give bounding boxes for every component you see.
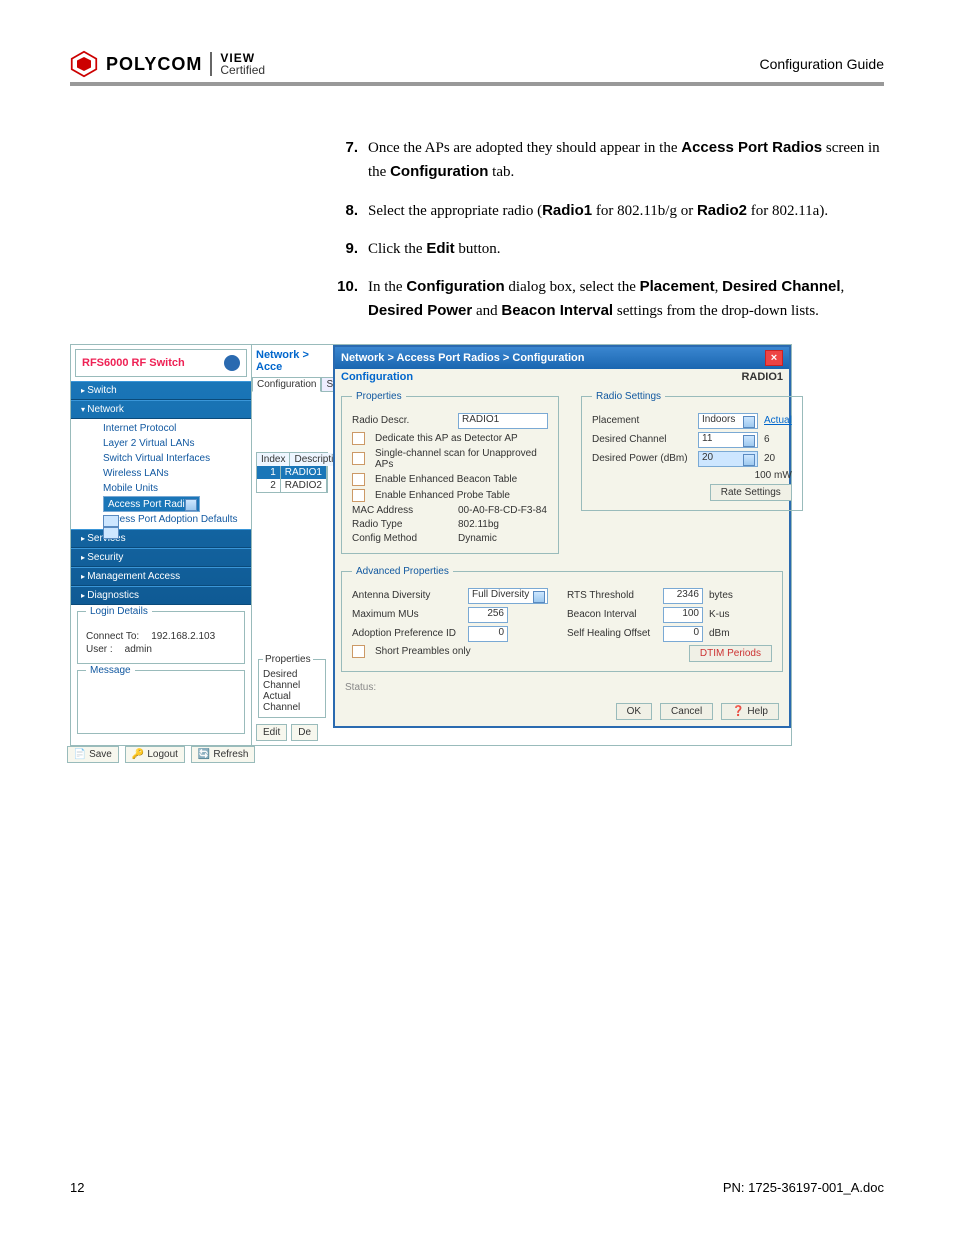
nav-mgmt[interactable]: Management Access (71, 567, 251, 586)
save-button[interactable]: 📄Save (67, 746, 119, 763)
page-number: 12 (70, 1180, 84, 1195)
close-icon[interactable]: × (765, 350, 783, 366)
brand-name: POLYCOM (106, 54, 202, 75)
properties-summary: Properties Desired Channel Actual Channe… (258, 654, 326, 718)
login-details-box: Login Details Connect To:192.168.2.103 U… (77, 611, 245, 664)
self-healing-input[interactable]: 0 (663, 626, 703, 642)
short-preambles-checkbox[interactable] (352, 645, 365, 658)
nav-item-svi[interactable]: Switch Virtual Interfaces (89, 451, 251, 466)
cancel-button[interactable]: Cancel (660, 703, 713, 720)
enhanced-beacon-checkbox[interactable] (352, 473, 365, 486)
rate-settings-button[interactable]: Rate Settings (710, 484, 792, 501)
breadcrumb-partial: Network > Acce (252, 345, 332, 377)
motorola-logo-icon (224, 355, 240, 371)
desired-power-select[interactable]: 20 (698, 451, 758, 467)
main-panel-partial: Network > Acce Configuration Statisti In… (252, 345, 332, 745)
configuration-dialog: Network > Access Port Radios > Configura… (333, 345, 791, 728)
brand-block: POLYCOM VIEW Certified (70, 50, 265, 78)
detector-ap-checkbox[interactable] (352, 432, 365, 445)
dialog-title: Network > Access Port Radios > Configura… (341, 352, 584, 364)
adoption-pref-input[interactable]: 0 (468, 626, 508, 642)
nav-network[interactable]: Network (71, 400, 251, 419)
ok-button[interactable]: OK (616, 703, 652, 720)
refresh-button[interactable]: 🔄Refresh (191, 746, 255, 763)
dtim-periods-button[interactable]: DTIM Periods (689, 645, 772, 662)
tab-configuration[interactable]: Configuration (252, 377, 321, 392)
polycom-logo-icon (70, 50, 98, 78)
nav-item-apr[interactable]: Access Port Radios (89, 496, 251, 512)
nav-switch[interactable]: Switch (71, 381, 251, 400)
placement-select[interactable]: Indoors (698, 413, 758, 429)
view-certified: VIEW Certified (210, 52, 265, 76)
page-header: POLYCOM VIEW Certified Configuration Gui… (70, 50, 884, 86)
antenna-diversity-select[interactable]: Full Diversity (468, 588, 548, 604)
desired-channel-select[interactable]: 11 (698, 432, 758, 448)
part-number: PN: 1725-36197-001_A.doc (723, 1180, 884, 1195)
properties-fieldset: Properties Radio Descr.RADIO1 Dedicate t… (341, 391, 559, 554)
table-row[interactable]: 1RADIO1 (257, 466, 327, 479)
radio-table: IndexDescripti 1RADIO1 2RADIO2 (256, 452, 328, 493)
nav-diag[interactable]: Diagnostics (71, 586, 251, 605)
table-row[interactable]: 2RADIO2 (257, 479, 327, 492)
page-footer: 12 PN: 1725-36197-001_A.doc (70, 1180, 884, 1195)
nav-item-l2vlan[interactable]: Layer 2 Virtual LANs (89, 436, 251, 451)
nav-services[interactable]: Services (71, 529, 251, 548)
rts-threshold-input[interactable]: 2346 (663, 588, 703, 604)
advanced-properties-fieldset: Advanced Properties Antenna DiversityFul… (341, 566, 783, 672)
guide-title: Configuration Guide (759, 56, 884, 72)
actual-link[interactable]: Actual (764, 415, 792, 426)
switch-title-bar: RFS6000 RF Switch (75, 349, 247, 377)
app-screenshot: RFS6000 RF Switch Switch Network Interne… (70, 344, 792, 746)
enhanced-probe-checkbox[interactable] (352, 489, 365, 502)
radio-settings-fieldset: Radio Settings PlacementIndoorsActual De… (581, 391, 803, 511)
message-box: Message (77, 670, 245, 734)
help-button[interactable]: ❓ Help (721, 703, 779, 720)
instruction-list: 7.Once the APs are adopted they should a… (330, 136, 884, 324)
max-mus-input[interactable]: 256 (468, 607, 508, 623)
single-channel-scan-checkbox[interactable] (352, 452, 365, 465)
document-page: POLYCOM VIEW Certified Configuration Gui… (0, 0, 954, 1235)
nav-tree: Switch Network Internet Protocol Layer 2… (71, 381, 251, 605)
nav-security[interactable]: Security (71, 548, 251, 567)
delete-button[interactable]: De (291, 724, 318, 741)
logout-button[interactable]: 🔑Logout (125, 746, 185, 763)
status-label: Status: (335, 678, 789, 697)
nav-network-children: Internet Protocol Layer 2 Virtual LANs S… (71, 419, 251, 529)
beacon-interval-input[interactable]: 100 (663, 607, 703, 623)
nav-item-wlan[interactable]: Wireless LANs (89, 466, 251, 481)
nav-item-mu[interactable]: Mobile Units (89, 481, 251, 496)
radio-descr-input[interactable]: RADIO1 (458, 413, 548, 429)
sidebar: RFS6000 RF Switch Switch Network Interne… (71, 345, 252, 745)
nav-item-ip[interactable]: Internet Protocol (89, 421, 251, 436)
edit-button[interactable]: Edit (256, 724, 287, 741)
